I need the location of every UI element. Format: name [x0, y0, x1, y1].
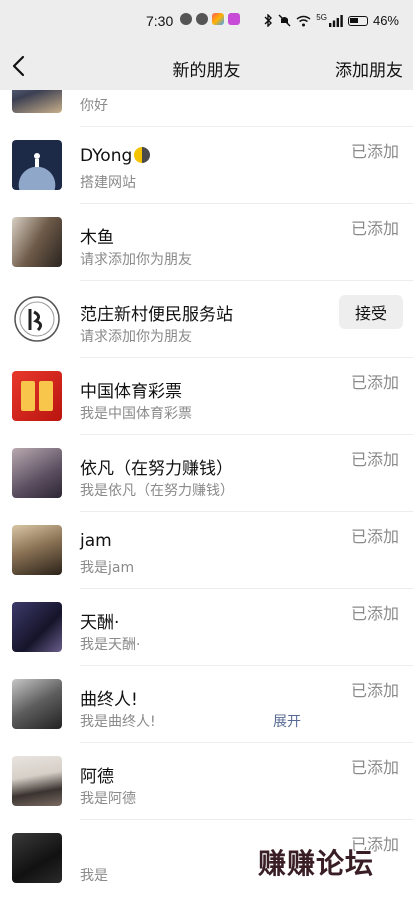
bluetooth-icon [264, 14, 273, 27]
contact-message: 我是中国体育彩票 [80, 406, 192, 422]
added-status: 已添加 [350, 758, 399, 777]
lottery-logo-icon [21, 381, 53, 411]
battery-icon [347, 15, 368, 26]
chevron-left-icon[interactable] [8, 52, 32, 80]
accept-button[interactable]: 接受 [339, 295, 403, 329]
contact-message: 我是阿德 [80, 791, 136, 807]
contact-name: 木鱼 [80, 228, 114, 248]
contact-name-text: DYong [80, 146, 133, 166]
expand-link[interactable]: 展开 [273, 711, 301, 731]
contact-message: 你好 [80, 98, 108, 114]
list-item[interactable]: 阿德 我是阿德 已添加 [0, 743, 413, 820]
avatar [12, 525, 62, 575]
add-friend-button[interactable]: 添加朋友 [335, 56, 403, 81]
status-time: 7:30 [146, 13, 174, 29]
avatar [12, 602, 62, 652]
list-item[interactable]: DYong 搭建网站 已添加 [0, 127, 413, 204]
avatar [12, 679, 62, 729]
contact-message: 我是依凡（在努力赚钱） [80, 483, 234, 499]
added-status: 已添加 [350, 527, 399, 546]
added-status: 已添加 [350, 142, 399, 161]
contact-name: 曲终人! [80, 690, 138, 710]
mute-icon [278, 14, 291, 27]
app-icon [212, 13, 224, 25]
contact-message: 我是天酬· [80, 637, 141, 653]
list-item[interactable]: 范庄新村便民服务站 请求添加你为朋友 接受 [0, 281, 413, 358]
nav-bar: 新的朋友 添加朋友 [0, 42, 413, 90]
added-status: 已添加 [350, 681, 399, 700]
signal-icon [328, 14, 343, 27]
contact-name: jam [80, 531, 112, 551]
avatar [12, 140, 62, 190]
contact-message: 搭建网站 [80, 175, 136, 191]
wifi-icon [296, 15, 311, 26]
status-bar: 7:30 5G 46% [0, 0, 413, 42]
moon-emoji-icon [134, 147, 151, 163]
avatar [12, 833, 62, 883]
qq-icon [196, 13, 208, 25]
list-item[interactable]: 曲终人! 我是曲终人! 展开 已添加 [0, 666, 413, 743]
network-type: 5G [316, 13, 327, 22]
contact-name: 中国体育彩票 [80, 382, 182, 402]
contact-name: 天酬· [80, 613, 120, 633]
avatar [12, 294, 62, 344]
contact-message: 我是 [80, 868, 108, 884]
avatar [12, 217, 62, 267]
added-status: 已添加 [350, 604, 399, 623]
avatar [12, 90, 62, 113]
astronaut-icon [34, 153, 40, 167]
added-status: 已添加 [350, 450, 399, 469]
contact-name: 阿德 [80, 767, 114, 787]
list-item[interactable]: jam 我是jam 已添加 [0, 512, 413, 589]
avatar [12, 371, 62, 421]
list-item[interactable]: 依凡（在努力赚钱） 我是依凡（在努力赚钱） 已添加 [0, 435, 413, 512]
app-icon [228, 13, 240, 25]
list-item[interactable]: 木鱼 请求添加你为朋友 已添加 [0, 204, 413, 281]
avatar [12, 448, 62, 498]
contact-message: 我是曲终人! [80, 714, 156, 730]
list-item[interactable]: 天酬· 我是天酬· 已添加 [0, 589, 413, 666]
forum-watermark: 赚赚论坛 [258, 847, 375, 880]
added-status: 已添加 [350, 373, 399, 392]
new-friends-list: 你好 DYong 搭建网站 已添加 木鱼 请求添加你为朋友 已添加 范庄新村便民… [0, 90, 413, 901]
service-station-logo-icon [14, 296, 60, 342]
notification-icons [180, 13, 240, 25]
added-status: 已添加 [350, 219, 399, 238]
contact-message: 请求添加你为朋友 [80, 252, 192, 268]
contact-message: 请求添加你为朋友 [80, 329, 192, 345]
list-item[interactable]: 你好 [0, 90, 413, 127]
contact-name: 范庄新村便民服务站 [80, 305, 233, 325]
contact-name: DYong [80, 146, 151, 166]
battery-percent: 46% [372, 13, 399, 28]
avatar [12, 756, 62, 806]
contact-message: 我是jam [80, 560, 135, 576]
list-item[interactable]: 中国体育彩票 我是中国体育彩票 已添加 [0, 358, 413, 435]
wechat-icon [180, 13, 192, 25]
contact-name: 依凡（在努力赚钱） [80, 459, 233, 479]
status-right: 5G 46% [263, 13, 399, 28]
